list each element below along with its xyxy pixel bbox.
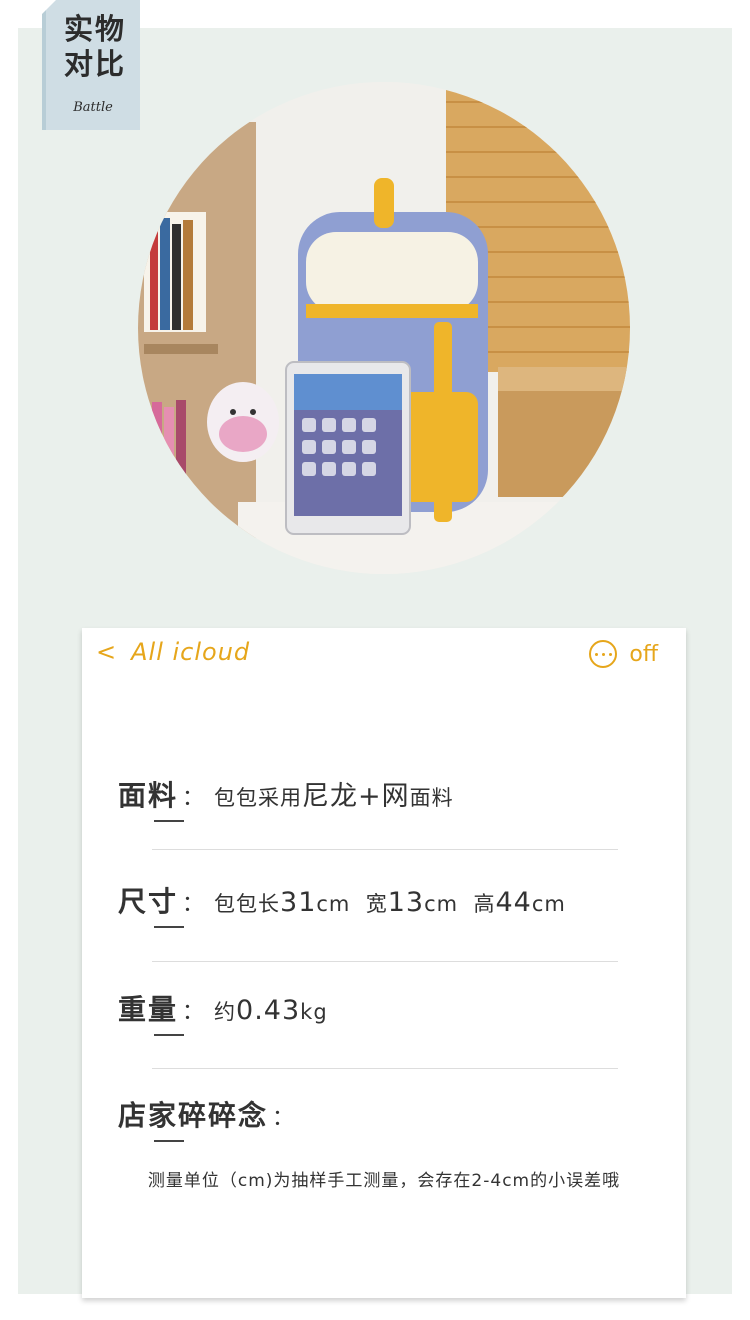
backpack-photo-illustration <box>138 82 630 574</box>
info-card: < All icloud off 面料 ： 包包采用 尼龙+网 面料 尺寸 ： 包… <box>82 628 686 1298</box>
size-height: 44 <box>495 887 532 918</box>
size-text-2: cm 宽 <box>316 892 388 916</box>
material-key: 面料 <box>118 774 184 822</box>
weight-row: 重量 ： 约 0.43 kg <box>118 988 328 1036</box>
shop-note-row: 店家碎碎念 ： <box>118 1094 304 1142</box>
more-options-icon <box>589 640 618 668</box>
tab-fold <box>42 0 56 14</box>
back-label: All icloud <box>131 638 251 666</box>
size-text-3: cm 高 <box>424 892 496 916</box>
size-length: 31 <box>280 887 317 918</box>
weight-key: 重量 <box>118 988 184 1036</box>
material-colon: ： <box>182 786 205 811</box>
size-colon: ： <box>182 892 205 917</box>
shop-note-key: 店家碎碎念 <box>118 1094 268 1142</box>
more-label: off <box>629 641 658 667</box>
product-photo <box>138 82 630 574</box>
divider <box>152 849 618 850</box>
size-row: 尺寸 ： 包包长 31 cm 宽 13 cm 高 44 cm <box>118 880 566 928</box>
more-button[interactable]: off <box>589 640 658 668</box>
shop-note-colon: ： <box>272 1106 295 1131</box>
back-button[interactable]: < All icloud <box>96 638 250 666</box>
size-unit: cm <box>531 892 566 916</box>
weight-colon: ： <box>182 1000 205 1025</box>
size-text-1: 包包长 <box>214 892 281 916</box>
divider <box>152 961 618 962</box>
measurement-note: 测量单位（cm)为抽样手工测量，会存在2-4cm的小误差哦 <box>147 1171 621 1191</box>
weight-text: 约 <box>214 1000 237 1024</box>
weight-unit: kg <box>300 1000 328 1024</box>
size-key: 尺寸 <box>118 880 184 928</box>
size-width: 13 <box>387 887 425 918</box>
chevron-left-icon: < <box>96 638 118 666</box>
tab-subtitle: Battle <box>73 100 113 115</box>
material-highlight: 尼龙+网 <box>302 781 410 812</box>
tab-title: 实物对比 <box>63 12 126 81</box>
material-value: 包包采用 <box>214 786 303 810</box>
corner-tab: 实物对比 Battle <box>42 0 140 130</box>
material-suffix: 面料 <box>409 786 454 810</box>
divider <box>152 1068 618 1069</box>
weight-value: 0.43 <box>236 995 301 1026</box>
material-row: 面料 ： 包包采用 尼龙+网 面料 <box>118 774 454 822</box>
